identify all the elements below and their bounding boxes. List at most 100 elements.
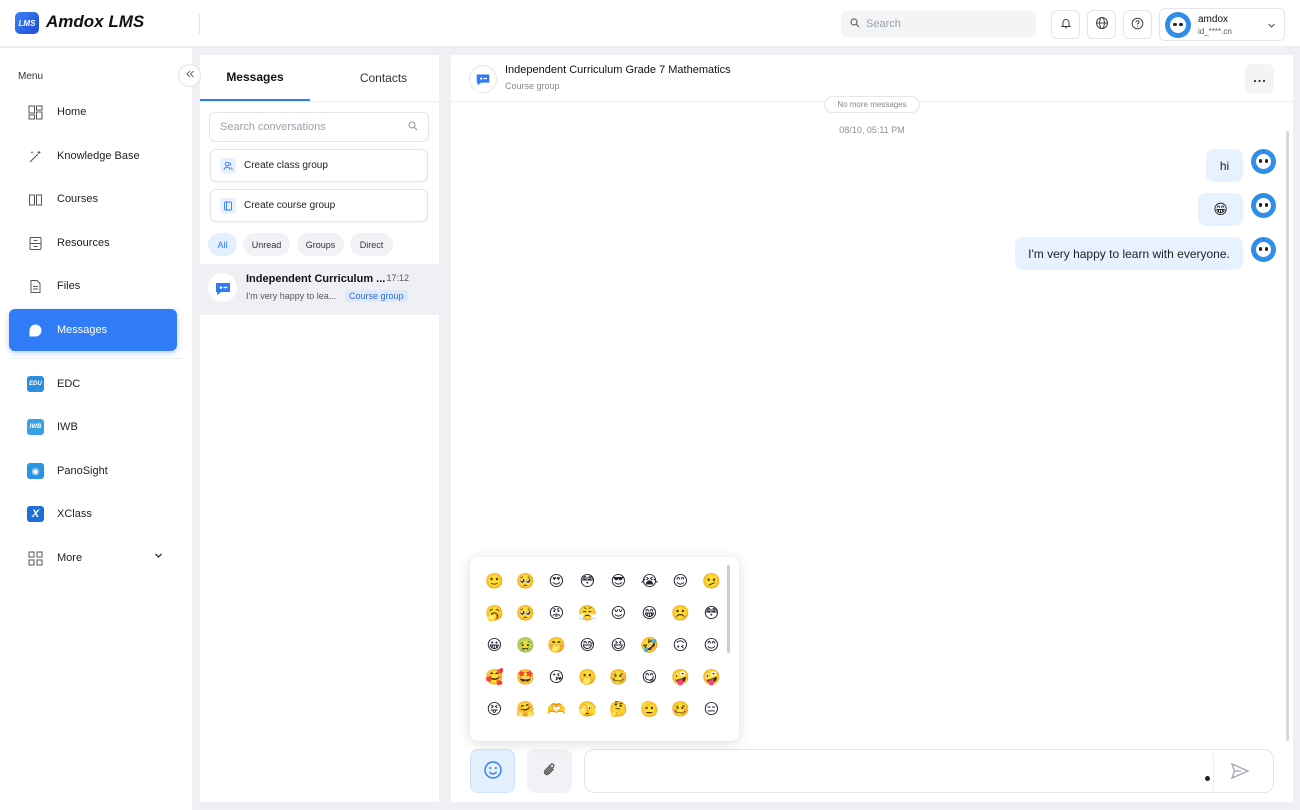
message-bubble: 😁	[1198, 193, 1243, 226]
filter-groups[interactable]: Groups	[297, 233, 344, 256]
chat-scrollbar[interactable]	[1286, 131, 1289, 741]
emoji-option[interactable]: 😍	[541, 565, 572, 597]
emoji-option[interactable]: 🤢	[510, 629, 541, 661]
sidebar-app-edc[interactable]: EDU EDC	[9, 363, 177, 405]
sidebar-item-home[interactable]: Home	[9, 91, 177, 133]
language-button[interactable]	[1087, 10, 1116, 39]
emoji-option[interactable]: 🤗	[510, 693, 541, 725]
conversation-search[interactable]	[209, 112, 429, 142]
edc-app-icon: EDU	[27, 376, 44, 393]
collapse-sidebar-button[interactable]	[178, 64, 201, 87]
message-bubble: I'm very happy to learn with everyone.	[1015, 237, 1243, 270]
emoji-option[interactable]: 😘	[541, 661, 572, 693]
sidebar-item-courses[interactable]: Courses	[9, 178, 177, 220]
create-course-group-button[interactable]: Create course group	[210, 189, 428, 222]
chat-header: Independent Curriculum Grade 7 Mathemati…	[451, 55, 1293, 102]
user-menu[interactable]: amdox id_****.cn	[1159, 8, 1285, 41]
emoji-option[interactable]: 😆	[603, 629, 634, 661]
emoji-option[interactable]: 🤣	[634, 629, 665, 661]
emoji-option[interactable]: 🙂	[479, 565, 510, 597]
create-class-group-button[interactable]: Create class group	[210, 149, 428, 182]
emoji-option[interactable]: 🫢	[572, 661, 603, 693]
message-timestamp: 08/10, 05:11 PM	[839, 125, 905, 135]
message-bubble: hi	[1206, 149, 1243, 182]
sidebar-app-panosight[interactable]: ◉ PanoSight	[9, 450, 177, 492]
conversation-search-input[interactable]	[220, 121, 408, 133]
emoji-option[interactable]: 🥰	[479, 661, 510, 693]
sidebar-item-files[interactable]: Files	[9, 265, 177, 307]
emoji-button[interactable]	[470, 749, 515, 793]
emoji-option[interactable]: 🫶	[541, 693, 572, 725]
course-group-icon	[469, 65, 497, 93]
emoji-option[interactable]: 🙃	[665, 629, 696, 661]
emoji-option[interactable]: 😳	[696, 597, 727, 629]
sidebar-item-messages[interactable]: Messages	[9, 309, 177, 351]
filter-direct[interactable]: Direct	[350, 233, 393, 256]
emoji-option[interactable]: 🫡	[634, 693, 665, 725]
filter-unread[interactable]: Unread	[243, 233, 290, 256]
course-group-avatar	[208, 273, 237, 302]
emoji-option[interactable]: 😊	[696, 629, 727, 661]
emoji-option[interactable]: 🤪	[696, 661, 727, 693]
emoji-option[interactable]: 🥺	[510, 597, 541, 629]
global-search[interactable]	[841, 11, 1036, 37]
message-input-box[interactable]	[584, 749, 1274, 793]
emoji-option[interactable]: 🤔	[603, 693, 634, 725]
sidebar-item-label: Files	[57, 280, 81, 292]
create-course-group-label: Create course group	[244, 200, 336, 211]
help-button[interactable]	[1123, 10, 1152, 39]
emoji-option[interactable]: 😤	[572, 597, 603, 629]
attach-button[interactable]	[527, 749, 572, 793]
message-input[interactable]	[599, 763, 1159, 783]
app-title[interactable]: Amdox LMS	[46, 12, 144, 32]
emoji-option[interactable]: 😎	[603, 565, 634, 597]
tab-contacts[interactable]: Contacts	[319, 55, 448, 101]
emoji-option[interactable]: 😡	[541, 597, 572, 629]
emoji-option[interactable]: 🥴	[603, 661, 634, 693]
conversation-item[interactable]: Independent Curriculum ... 17:12 I'm ver…	[200, 264, 439, 315]
sidebar-app-iwb[interactable]: IWB IWB	[9, 406, 177, 448]
emoji-option[interactable]: 😅	[572, 629, 603, 661]
emoji-option[interactable]: 😁	[634, 597, 665, 629]
emoji-grid: 🙂 🥺 😍 😳 😎 😭 😊 🫤 🥱 🥺 😡 😤 😌 😁 ☹️ 😳 😀 🤢 🤭 😅 😆 🤣 🙃 😊 🥰 🤩 😘 🫢 🥴 😋 🤪 🤪 😝 🤗 🫶 🫣 🤔 🫡 🥴…	[479, 565, 727, 725]
emoji-option[interactable]: 🤪	[665, 661, 696, 693]
user-avatar	[1251, 149, 1276, 174]
tab-messages[interactable]: Messages	[200, 55, 310, 101]
emoji-option[interactable]: 🥱	[479, 597, 510, 629]
sidebar-item-knowledge-base[interactable]: Knowledge Base	[9, 135, 177, 177]
emoji-option[interactable]: ☹️	[665, 597, 696, 629]
emoji-option[interactable]: 🫤	[696, 565, 727, 597]
emoji-option[interactable]: 🫣	[572, 693, 603, 725]
sidebar-item-label: Home	[57, 106, 87, 118]
emoji-option[interactable]: 🥺	[510, 565, 541, 597]
sidebar-item-resources[interactable]: Resources	[9, 222, 177, 264]
emoji-option[interactable]: 😊	[665, 565, 696, 597]
chat-title: Independent Curriculum Grade 7 Mathemati…	[505, 64, 731, 76]
emoji-picker-scrollbar[interactable]	[727, 565, 730, 653]
emoji-option[interactable]: 😌	[603, 597, 634, 629]
sidebar-item-label: PanoSight	[57, 465, 108, 477]
emoji-option[interactable]: 🥴	[665, 693, 696, 725]
emoji-option[interactable]: 😭	[634, 565, 665, 597]
emoji-option[interactable]: 😳	[572, 565, 603, 597]
app-logo[interactable]: LMS	[15, 12, 39, 34]
emoji-option[interactable]: 🤩	[510, 661, 541, 693]
user-avatar	[1251, 193, 1276, 218]
emoji-option[interactable]: 🤭	[541, 629, 572, 661]
header-divider	[199, 14, 200, 34]
archive-icon	[27, 235, 44, 252]
conversation-time: 17:12	[386, 273, 409, 283]
emoji-option[interactable]: 😀	[479, 629, 510, 661]
sidebar-item-label: EDC	[57, 378, 81, 390]
more-options-button[interactable]	[1245, 64, 1274, 93]
send-button[interactable]	[1226, 758, 1254, 786]
sidebar-item-more[interactable]: More	[9, 537, 177, 579]
emoji-option[interactable]: 😝	[479, 693, 510, 725]
filter-all[interactable]: All	[208, 233, 237, 256]
search-input[interactable]	[866, 18, 1026, 30]
emoji-option[interactable]: 😑	[696, 693, 727, 725]
book-icon	[27, 191, 44, 208]
sidebar-app-xclass[interactable]: X XClass	[9, 493, 177, 535]
emoji-option[interactable]: 😋	[634, 661, 665, 693]
notification-button[interactable]	[1051, 10, 1080, 39]
